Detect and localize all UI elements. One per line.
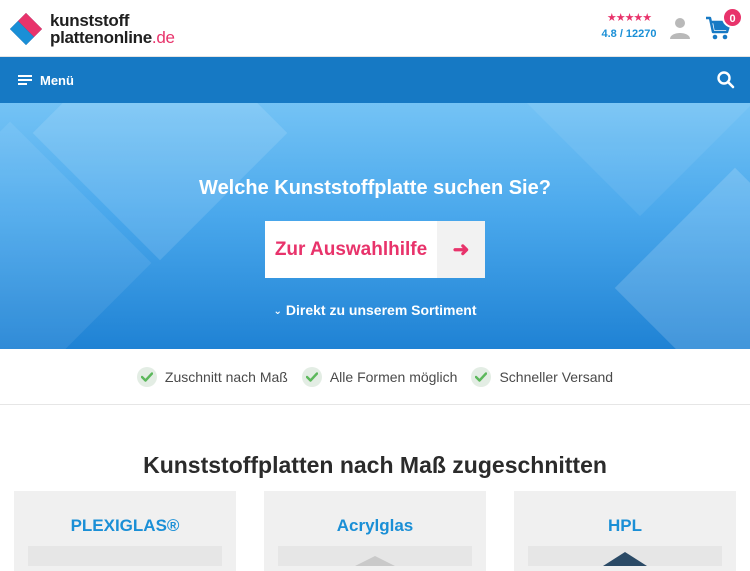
category-card-hpl[interactable]: HPL (514, 491, 736, 571)
user-account-button[interactable] (668, 16, 692, 40)
hero-banner: Welche Kunststoffplatte suchen Sie? Zur … (0, 103, 750, 349)
search-icon (717, 71, 735, 89)
cart-count-badge: 0 (722, 7, 743, 28)
rating-widget[interactable]: ★★★★★ 4.8 / 12270 (598, 12, 660, 40)
menu-label: Menü (40, 72, 74, 88)
product-preview-icon (603, 552, 647, 566)
card-title: HPL (608, 516, 642, 535)
cta-label: Zur Auswahlhilfe (274, 238, 428, 260)
check-icon (471, 366, 492, 387)
section-title: Kunststoffplatten nach Maß zugeschnitten (143, 452, 607, 478)
logo-name: plattenonline (50, 28, 152, 47)
search-button[interactable] (716, 70, 736, 90)
card-image (528, 546, 722, 566)
usp-label: Schneller Versand (499, 368, 614, 385)
usp-item: Zuschnitt nach Maß (136, 366, 288, 387)
main-nav-bar: Menü (0, 57, 750, 103)
rating-value: 4.8 / 12270 (601, 28, 657, 40)
category-card-acrylglas[interactable]: Acrylglas (264, 491, 486, 571)
usp-item: Alle Formen möglich (301, 366, 458, 387)
direct-to-assortment-link[interactable]: ⌄ Direkt zu unserem Sortiment (0, 302, 750, 318)
check-icon (136, 366, 157, 387)
direct-link-label: Direkt zu unserem Sortiment (285, 302, 477, 318)
usp-label: Zuschnitt nach Maß (164, 368, 288, 385)
rating-stars-icon: ★★★★★ (606, 12, 652, 24)
card-image (278, 546, 472, 566)
usp-item: Schneller Versand (471, 366, 614, 387)
user-icon (670, 18, 690, 39)
card-title: PLEXIGLAS® (70, 516, 180, 535)
menu-button[interactable]: Menü (18, 57, 74, 103)
chevron-down-icon: ⌄ (273, 306, 282, 317)
card-title: Acrylglas (336, 516, 414, 535)
logo-line2: plattenonline.de (50, 29, 175, 46)
hamburger-icon (18, 75, 32, 85)
usp-bar: Zuschnitt nach Maß Alle Formen möglich S… (0, 349, 750, 405)
selection-guide-button[interactable]: Zur Auswahlhilfe ➜ (265, 221, 485, 278)
arrow-right-icon: ➜ (437, 221, 485, 278)
logo-icon (8, 11, 44, 47)
site-logo[interactable]: kunststoff plattenonline.de (8, 9, 178, 49)
card-image (28, 546, 222, 566)
site-header: kunststoff plattenonline.de ★★★★★ 4.8 / … (0, 0, 750, 57)
logo-tld: .de (151, 28, 175, 47)
logo-line1: kunststoff (50, 11, 130, 30)
hero-title: Welche Kunststoffplatte suchen Sie? (199, 177, 551, 199)
logo-text: kunststoff plattenonline.de (50, 12, 175, 46)
product-preview-icon (355, 556, 395, 566)
check-icon (301, 366, 322, 387)
category-card-plexiglas[interactable]: PLEXIGLAS® (14, 491, 236, 571)
usp-label: Alle Formen möglich (329, 368, 458, 385)
